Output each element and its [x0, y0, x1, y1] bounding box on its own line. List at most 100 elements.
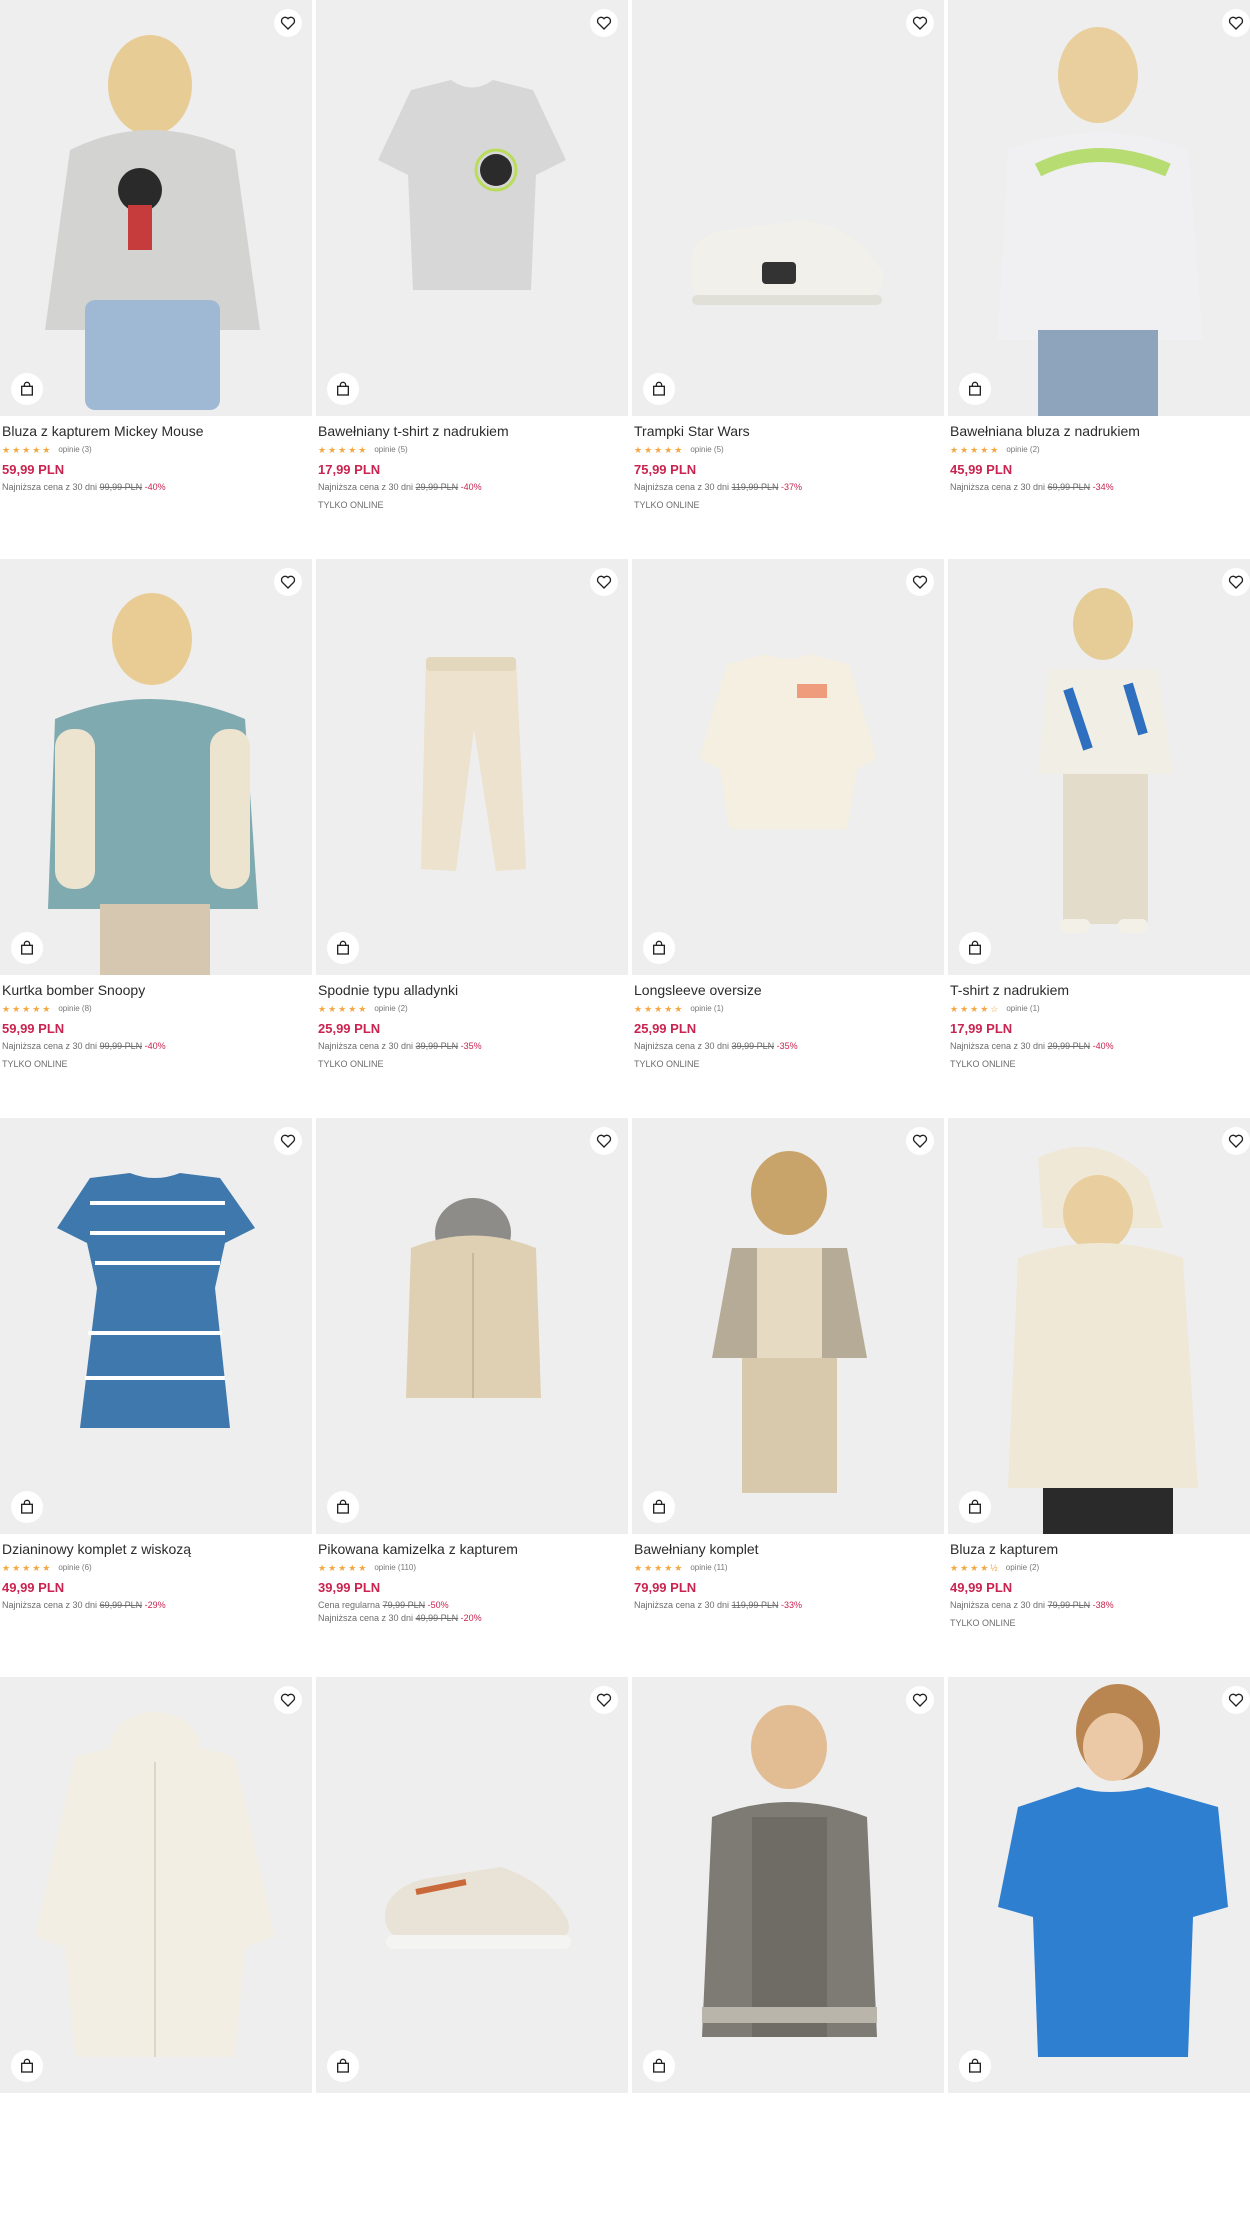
product-image[interactable] [316, 1677, 628, 2093]
product-card[interactable]: Longsleeve oversize ★★★★★ opinie (1) 25,9… [632, 559, 944, 1118]
product-image[interactable] [0, 1677, 312, 2093]
product-image[interactable] [632, 1677, 944, 2093]
review-count[interactable]: opinie (5) [374, 443, 407, 457]
review-count[interactable]: opinie (2) [1006, 443, 1039, 457]
favorite-button[interactable] [906, 568, 934, 596]
add-to-cart-button[interactable] [327, 373, 359, 405]
review-count[interactable]: opinie (1) [1006, 1002, 1039, 1016]
product-image[interactable] [632, 0, 944, 416]
favorite-button[interactable] [1222, 9, 1250, 37]
product-card[interactable]: Bawełniany t-shirt z nadrukiem ★★★★★ opin… [316, 0, 628, 559]
product-image[interactable] [316, 0, 628, 416]
add-to-cart-button[interactable] [643, 373, 675, 405]
product-name[interactable]: Pikowana kamizelka z kapturem [318, 1540, 626, 1559]
product-image[interactable] [632, 1118, 944, 1534]
product-image[interactable] [0, 1118, 312, 1534]
product-name[interactable]: Bawełniany t-shirt z nadrukiem [318, 422, 626, 441]
product-price: 17,99 PLN [950, 1021, 1013, 1036]
review-count[interactable]: opinie (2) [374, 1002, 407, 1016]
favorite-button[interactable] [590, 9, 618, 37]
product-name[interactable]: Bawełniana bluza z nadrukiem [950, 422, 1250, 441]
product-image[interactable] [316, 1118, 628, 1534]
favorite-button[interactable] [1222, 568, 1250, 596]
favorite-button[interactable] [906, 9, 934, 37]
star-icon: ★★★★½ [950, 1563, 1000, 1573]
product-image[interactable] [948, 559, 1250, 975]
product-card[interactable]: Kurtka bomber Snoopy ★★★★★ opinie (8) 59,… [0, 559, 312, 1118]
favorite-button[interactable] [1222, 1127, 1250, 1155]
product-price: 59,99 PLN [2, 462, 65, 477]
product-card[interactable]: Trampki Star Wars ★★★★★ opinie (5) 75,99 … [632, 0, 944, 559]
lowest-price-info: Najniższa cena z 30 dni 79,99 PLN -38% [950, 1600, 1114, 1610]
product-card[interactable]: Bawełniana bluza z nadrukiem ★★★★★ opinie… [948, 0, 1250, 559]
star-icon: ★★★★★ [634, 445, 685, 455]
favorite-button[interactable] [1222, 1686, 1250, 1714]
review-count[interactable]: opinie (1) [690, 1002, 723, 1016]
favorite-button[interactable] [590, 1686, 618, 1714]
star-icon: ★★★★★ [2, 445, 53, 455]
favorite-button[interactable] [274, 1127, 302, 1155]
add-to-cart-button[interactable] [643, 2050, 675, 2082]
favorite-button[interactable] [590, 1127, 618, 1155]
review-count[interactable]: opinie (110) [374, 1561, 416, 1575]
product-card[interactable]: Spodnie typu alladynki ★★★★★ opinie (2) 2… [316, 559, 628, 1118]
product-name[interactable]: Dzianinowy komplet z wiskozą [2, 1540, 310, 1559]
product-name[interactable]: Bawełniany komplet [634, 1540, 942, 1559]
review-count[interactable]: opinie (3) [58, 443, 91, 457]
favorite-button[interactable] [274, 9, 302, 37]
favorite-button[interactable] [590, 568, 618, 596]
favorite-button[interactable] [906, 1686, 934, 1714]
add-to-cart-button[interactable] [959, 373, 991, 405]
product-card[interactable]: Dzianinowy komplet z wiskozą ★★★★★ opinie… [0, 1118, 312, 1677]
product-image[interactable] [948, 1118, 1250, 1534]
review-count[interactable]: opinie (11) [690, 1561, 727, 1575]
product-rating: ★★★★★ opinie (2) [318, 1002, 626, 1016]
product-card[interactable]: T-shirt z nadrukiem ★★★★☆ opinie (1) 17,9… [948, 559, 1250, 1118]
review-count[interactable]: opinie (8) [58, 1002, 91, 1016]
product-name[interactable]: Longsleeve oversize [634, 981, 942, 1000]
review-count[interactable]: opinie (5) [690, 443, 723, 457]
product-card[interactable] [316, 1677, 628, 2236]
add-to-cart-button[interactable] [643, 932, 675, 964]
product-name[interactable]: Trampki Star Wars [634, 422, 942, 441]
product-image[interactable] [316, 559, 628, 975]
product-image[interactable] [632, 559, 944, 975]
favorite-button[interactable] [274, 568, 302, 596]
product-card[interactable]: Bawełniany komplet ★★★★★ opinie (11) 79,9… [632, 1118, 944, 1677]
add-to-cart-button[interactable] [959, 2050, 991, 2082]
heart-icon [596, 575, 612, 589]
star-icon: ★★★★★ [950, 445, 1001, 455]
add-to-cart-button[interactable] [11, 373, 43, 405]
product-card[interactable] [948, 1677, 1250, 2236]
add-to-cart-button[interactable] [643, 1491, 675, 1523]
product-name[interactable]: Bluza z kapturem Mickey Mouse [2, 422, 310, 441]
product-image[interactable] [0, 559, 312, 975]
product-image[interactable] [948, 1677, 1250, 2093]
add-to-cart-button[interactable] [11, 932, 43, 964]
product-name[interactable]: Spodnie typu alladynki [318, 981, 626, 1000]
add-to-cart-button[interactable] [11, 1491, 43, 1523]
product-name[interactable]: T-shirt z nadrukiem [950, 981, 1250, 1000]
add-to-cart-button[interactable] [327, 932, 359, 964]
add-to-cart-button[interactable] [327, 2050, 359, 2082]
product-card[interactable]: Bluza z kapturem ★★★★½ opinie (2) 49,99 P… [948, 1118, 1250, 1677]
product-card[interactable]: Bluza z kapturem Mickey Mouse ★★★★★ opini… [0, 0, 312, 559]
product-card[interactable] [632, 1677, 944, 2236]
add-to-cart-button[interactable] [959, 932, 991, 964]
product-image[interactable] [948, 0, 1250, 416]
favorite-button[interactable] [274, 1686, 302, 1714]
product-name[interactable]: Kurtka bomber Snoopy [2, 981, 310, 1000]
favorite-button[interactable] [906, 1127, 934, 1155]
review-count[interactable]: opinie (6) [58, 1561, 91, 1575]
add-to-cart-button[interactable] [11, 2050, 43, 2082]
product-card[interactable]: Pikowana kamizelka z kapturem ★★★★★ opini… [316, 1118, 628, 1677]
shopping-bag-icon [653, 1499, 665, 1514]
add-to-cart-button[interactable] [959, 1491, 991, 1523]
heart-icon [1228, 1693, 1244, 1707]
add-to-cart-button[interactable] [327, 1491, 359, 1523]
shopping-bag-icon [337, 381, 349, 396]
product-card[interactable] [0, 1677, 312, 2236]
product-name[interactable]: Bluza z kapturem [950, 1540, 1250, 1559]
review-count[interactable]: opinie (2) [1006, 1561, 1039, 1575]
product-image[interactable] [0, 0, 312, 416]
